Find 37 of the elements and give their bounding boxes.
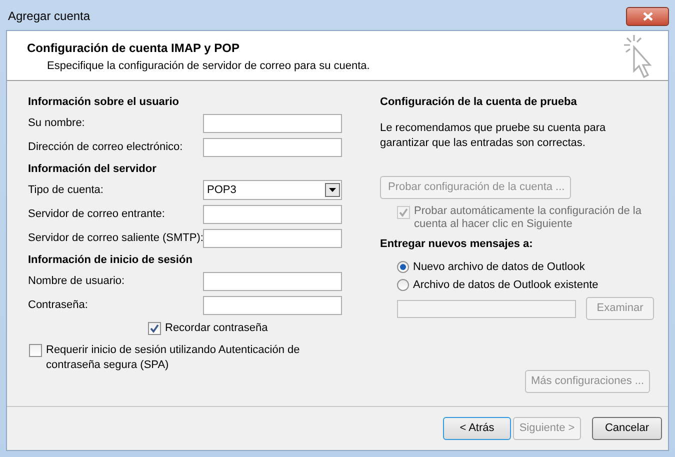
section-heading: Información del servidor (27, 162, 158, 177)
description-text: Le recomendamos que pruebe su cuenta para garantizar que las entradas son correctas. (380, 121, 607, 151)
input-field[interactable] (203, 114, 342, 132)
field-label: Nombre de usuario: (28, 274, 126, 289)
window-title: Agregar cuenta (8, 8, 92, 25)
radio-button[interactable] (397, 279, 409, 291)
input-field[interactable] (203, 204, 342, 224)
checkbox-label: Recordar contraseña (165, 320, 268, 336)
input-field[interactable] (203, 228, 342, 248)
close-icon (642, 12, 652, 20)
radio-button[interactable] (397, 261, 409, 273)
checkbox[interactable] (29, 344, 42, 357)
button[interactable]: < Atrás (443, 417, 511, 440)
checkbox-label: Requerir inicio de sesión utilizando Autenticación de contraseña segura (SPA) (46, 343, 301, 373)
dropdown[interactable]: POP3 (203, 180, 342, 200)
field-label: Contraseña: (28, 298, 89, 313)
button[interactable]: Cancelar (592, 417, 662, 440)
field-label: Tipo de cuenta: (28, 182, 104, 198)
section-heading: Configuración de la cuenta de prueba (380, 95, 578, 110)
field-label: Dirección de correo electrónico: (28, 140, 184, 155)
input-field[interactable] (203, 272, 342, 290)
input-field[interactable] (203, 138, 342, 156)
close-button[interactable] (626, 6, 669, 26)
checkbox-label: Probar automáticamente la configuración de la cuenta al hacer clic en Siguiente (414, 205, 642, 231)
checkbox[interactable] (148, 322, 161, 334)
field-label: Servidor de correo entrante: (28, 206, 166, 222)
section-heading: Información sobre el usuario (27, 95, 180, 110)
field-label: Su nombre: (28, 116, 86, 131)
header-subtitle: Especifique la configuración de servidor de correo para su cuenta. (46, 59, 371, 74)
input-field[interactable] (203, 296, 342, 314)
radio-label: Nuevo archivo de datos de Outlook (413, 260, 585, 275)
input-field[interactable] (397, 300, 576, 318)
field-label: Servidor de correo saliente (SMTP): (28, 230, 203, 246)
radio-label: Archivo de datos de Outlook existente (413, 278, 598, 293)
section-heading: Información de inicio de sesión (27, 253, 194, 268)
section-heading: Entregar nuevos mensajes a: (380, 237, 534, 252)
header-title: Configuración de cuenta IMAP y POP (27, 40, 240, 57)
